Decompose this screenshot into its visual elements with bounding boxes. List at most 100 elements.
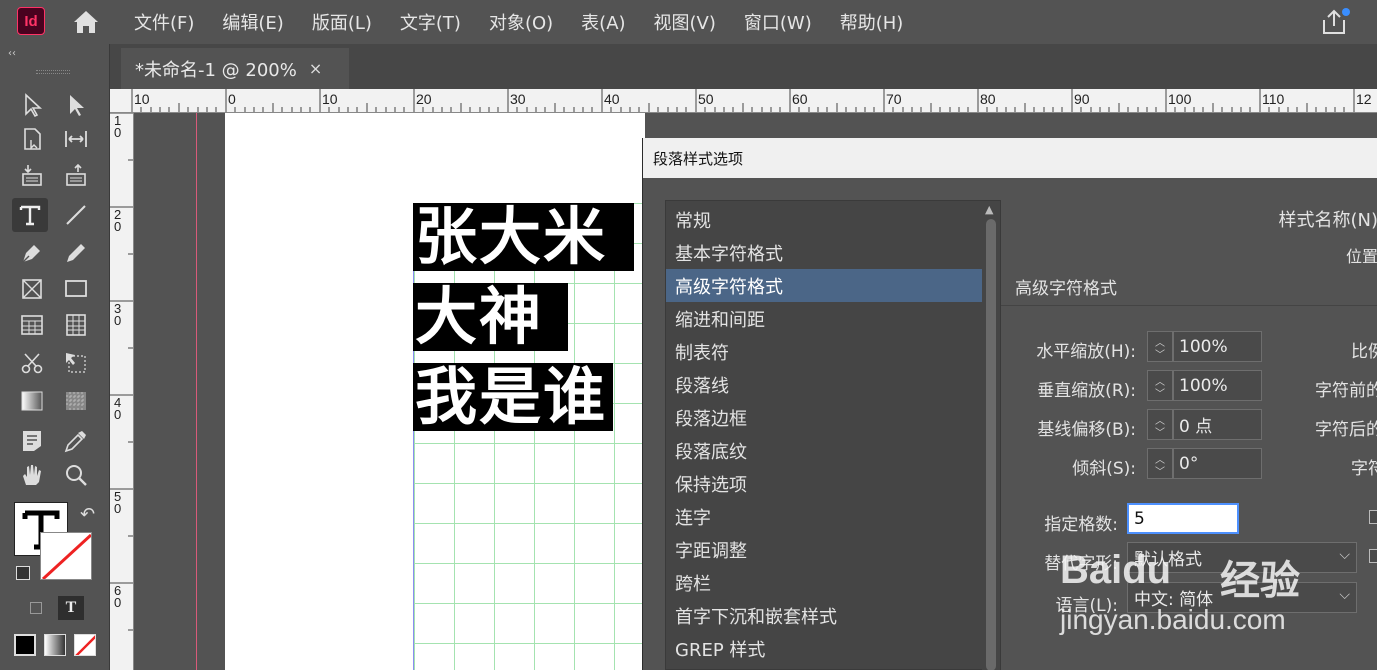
- category-item[interactable]: 保持选项: [666, 467, 982, 500]
- dialog-title[interactable]: 段落样式选项: [643, 138, 1377, 178]
- menu-file[interactable]: 文件(F): [120, 9, 208, 35]
- content-collector-icon[interactable]: [14, 158, 50, 192]
- menu-bar: Id 文件(F) 编辑(E) 版面(L) 文字(T) 对象(O) 表(A) 视图…: [0, 0, 1377, 44]
- ruler-label: 50: [114, 489, 122, 516]
- category-item[interactable]: 首字下沉和嵌套样式: [666, 599, 982, 632]
- text-line-2[interactable]: 大神: [413, 283, 568, 351]
- bleed-guide: [196, 113, 197, 670]
- hand-tool-icon[interactable]: [14, 458, 50, 492]
- position-label: 位置: [1345, 247, 1377, 266]
- eyedropper-tool-icon[interactable]: [58, 424, 94, 458]
- category-scrollbar[interactable]: ▲: [982, 201, 1000, 670]
- horizontal-ruler[interactable]: 10 0 10 20 30 40 50 60 70 80 90 100 110 …: [110, 89, 1377, 113]
- menu-object[interactable]: 对象(O): [475, 9, 567, 35]
- tab-document[interactable]: *未命名-1 @ 200% ×: [121, 48, 349, 89]
- swap-fill-stroke-icon[interactable]: ↶: [80, 504, 95, 525]
- category-item[interactable]: GREP 样式: [666, 632, 982, 665]
- ruler-label: 12: [1356, 91, 1372, 107]
- skew-input[interactable]: 0°: [1173, 448, 1262, 479]
- menu-type[interactable]: 文字(T): [386, 9, 475, 35]
- baidu-jingyan-watermark: Baidu 经验 jingyan.baidu.com: [1060, 548, 1370, 648]
- category-item[interactable]: 字距调整: [666, 533, 982, 566]
- frame-grid[interactable]: [413, 203, 645, 670]
- h-scale-label: 水平缩放(H):: [1036, 342, 1136, 362]
- ruler-label: 30: [114, 301, 122, 328]
- note-tool-icon[interactable]: [14, 424, 50, 458]
- content-placer-icon[interactable]: [58, 158, 94, 192]
- menu-table[interactable]: 表(A): [567, 9, 639, 35]
- panel-grip[interactable]: [36, 70, 70, 74]
- gap-tool-icon[interactable]: [58, 122, 94, 156]
- option-checkbox[interactable]: [1369, 549, 1377, 563]
- baseline-shift-stepper[interactable]: ︿ ﹀: [1147, 409, 1173, 440]
- scroll-up-icon[interactable]: ▲: [985, 203, 993, 216]
- style-name-label: 样式名称(N): [1278, 210, 1377, 231]
- category-item-selected[interactable]: 高级字符格式: [666, 269, 982, 302]
- page-tool-icon[interactable]: [14, 122, 50, 156]
- collapse-panel-icon[interactable]: ‹‹: [8, 48, 16, 59]
- vertical-grid-tool-icon[interactable]: [58, 308, 94, 342]
- selection-tool-icon[interactable]: [14, 88, 50, 122]
- direct-selection-tool-icon[interactable]: [58, 88, 94, 122]
- menu-layout[interactable]: 版面(L): [298, 9, 386, 35]
- menu-edit[interactable]: 编辑(E): [208, 9, 297, 35]
- category-item[interactable]: 段落底纹: [666, 434, 982, 467]
- ruler-label: 50: [698, 91, 714, 107]
- apply-none-icon[interactable]: [74, 634, 96, 656]
- text-line-1[interactable]: 张大米: [413, 203, 634, 271]
- category-item[interactable]: 连字: [666, 500, 982, 533]
- category-item[interactable]: 基本字符格式: [666, 236, 982, 269]
- v-scale-input[interactable]: 100%: [1173, 370, 1262, 401]
- v-scale-stepper[interactable]: ︿ ﹀: [1147, 370, 1173, 401]
- ruler-label: 30: [510, 91, 526, 107]
- vertical-ruler[interactable]: 10 20 30 40 50 60: [110, 113, 134, 670]
- gradient-feather-tool-icon[interactable]: [58, 384, 94, 418]
- formatting-container-icon[interactable]: [30, 602, 42, 614]
- free-transform-tool-icon[interactable]: [58, 346, 94, 380]
- stroke-swatch[interactable]: [40, 532, 92, 580]
- gradient-swatch-tool-icon[interactable]: [14, 384, 50, 418]
- type-tool-icon[interactable]: [12, 198, 48, 232]
- baseline-shift-label: 基线偏移(B):: [1037, 420, 1136, 440]
- rectangle-tool-icon[interactable]: [58, 272, 94, 306]
- formatting-text-toggle-icon[interactable]: T: [58, 596, 84, 620]
- menu-window[interactable]: 窗口(W): [730, 9, 826, 35]
- rectangle-frame-tool-icon[interactable]: [14, 272, 50, 306]
- default-fill-stroke-icon[interactable]: [16, 566, 30, 580]
- h-scale-input[interactable]: 100%: [1173, 331, 1262, 362]
- pen-tool-icon[interactable]: [14, 236, 50, 270]
- skew-stepper[interactable]: ︿ ﹀: [1147, 448, 1173, 479]
- apply-gradient-icon[interactable]: [44, 634, 66, 656]
- category-item[interactable]: 段落线: [666, 368, 982, 401]
- char-before-label: 字符前的: [1315, 381, 1377, 401]
- line-tool-icon[interactable]: [58, 198, 94, 232]
- category-item[interactable]: 制表符: [666, 335, 982, 368]
- baseline-shift-input[interactable]: 0 点: [1173, 409, 1262, 440]
- h-scale-stepper[interactable]: ︿ ﹀: [1147, 331, 1173, 362]
- menu-view[interactable]: 视图(V): [640, 9, 730, 35]
- ruler-label: 60: [792, 91, 808, 107]
- table-tool-icon[interactable]: [14, 308, 50, 342]
- category-item[interactable]: 跨栏: [666, 566, 982, 599]
- home-icon[interactable]: [72, 9, 100, 35]
- category-item[interactable]: 常规: [666, 203, 982, 236]
- category-item[interactable]: 缩进和间距: [666, 302, 982, 335]
- ruler-label: 20: [114, 207, 122, 234]
- menu-help[interactable]: 帮助(H): [826, 9, 918, 35]
- ruler-label: 10: [134, 91, 150, 107]
- scissors-tool-icon[interactable]: [14, 346, 50, 380]
- scroll-thumb[interactable]: [986, 219, 996, 670]
- category-item[interactable]: 段落边框: [666, 401, 982, 434]
- grid-count-input[interactable]: 5: [1127, 503, 1239, 534]
- pencil-tool-icon[interactable]: [58, 236, 94, 270]
- close-tab-icon[interactable]: ×: [309, 59, 322, 78]
- zoom-tool-icon[interactable]: [58, 458, 94, 492]
- option-checkbox[interactable]: [1369, 510, 1377, 524]
- document-tabs: *未命名-1 @ 200% ×: [110, 44, 1377, 89]
- text-line-3[interactable]: 我是谁: [413, 363, 613, 431]
- ruler-label: 60: [114, 583, 122, 610]
- ruler-label: 90: [1074, 91, 1090, 107]
- section-divider: [1001, 305, 1377, 306]
- char-label: 字符: [1351, 459, 1377, 479]
- apply-color-icon[interactable]: [14, 634, 36, 656]
